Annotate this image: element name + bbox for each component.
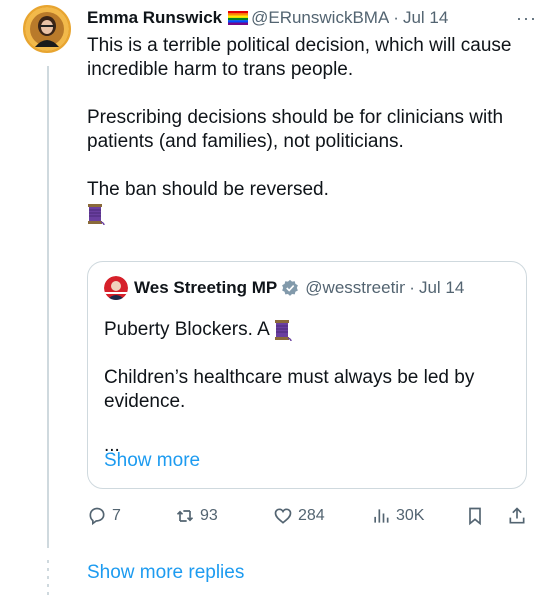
separator-dot: · (409, 278, 415, 297)
spool-icon (275, 319, 292, 341)
reply-count: 7 (112, 507, 121, 524)
bookmark-button[interactable] (465, 506, 490, 526)
tweet-paragraph: This is a terrible political decision, w… (87, 35, 512, 80)
tweet-date[interactable]: Jul 14 (403, 8, 448, 28)
quoted-paragraph: Children’s healthcare must always be led… (104, 367, 475, 412)
quoted-author-handle[interactable]: @wesstreeting (305, 278, 405, 298)
views-count: 30K (396, 507, 425, 524)
show-more-replies-link[interactable]: Show more replies (87, 562, 244, 584)
views-button[interactable]: 30K (371, 506, 424, 526)
like-button[interactable]: 284 (273, 506, 325, 526)
views-icon (374, 509, 389, 523)
more-options-icon[interactable]: ··· (516, 8, 537, 29)
tweet-actions: 7 93 284 30K (87, 506, 533, 536)
quoted-avatar (104, 276, 128, 300)
tweet-paragraph: The ban should be reversed. (87, 179, 329, 200)
quoted-line-text: Puberty Blockers. A (104, 319, 269, 340)
rainbow-flag-icon (228, 11, 249, 25)
separator-dot: · (393, 8, 399, 27)
quoted-author-name[interactable]: Wes Streeting MP (134, 278, 277, 298)
tweet-text: This is a terrible political decision, w… (87, 34, 527, 226)
like-icon (274, 508, 292, 524)
quoted-tweet-date[interactable]: Jul 14 (419, 278, 464, 298)
tweet-header: Emma Runswick @ERunswickBMA · Jul 14 (87, 6, 535, 30)
repost-icon (176, 510, 194, 522)
show-more-link[interactable]: Show more (104, 450, 200, 472)
tweet-paragraph: Prescribing decisions should be for clin… (87, 107, 504, 152)
share-button[interactable] (507, 506, 532, 526)
like-count: 284 (298, 507, 325, 524)
bookmark-icon (469, 507, 481, 526)
quoted-tweet[interactable]: Wes Streeting MP @wesstreeting · Jul 14 … (87, 261, 527, 489)
repost-button[interactable]: 93 (175, 506, 218, 526)
thread-line (47, 66, 49, 548)
author-name[interactable]: Emma Runswick (87, 8, 222, 28)
share-icon (509, 507, 525, 524)
reply-icon (89, 507, 105, 526)
reply-button[interactable]: 7 (87, 506, 121, 526)
spool-icon (88, 203, 105, 225)
repost-count: 93 (200, 507, 218, 524)
thread-continuation-dots (47, 560, 49, 600)
quoted-tweet-header: Wes Streeting MP @wesstreeting · Jul 14 (104, 276, 464, 300)
avatar[interactable] (23, 5, 71, 53)
verified-badge-icon (282, 279, 299, 296)
quoted-tweet-text: Puberty Blockers. A Children’s healthcar… (104, 318, 512, 455)
author-handle[interactable]: @ERunswickBMA (251, 8, 389, 28)
quoted-line: Puberty Blockers. A (104, 318, 512, 342)
